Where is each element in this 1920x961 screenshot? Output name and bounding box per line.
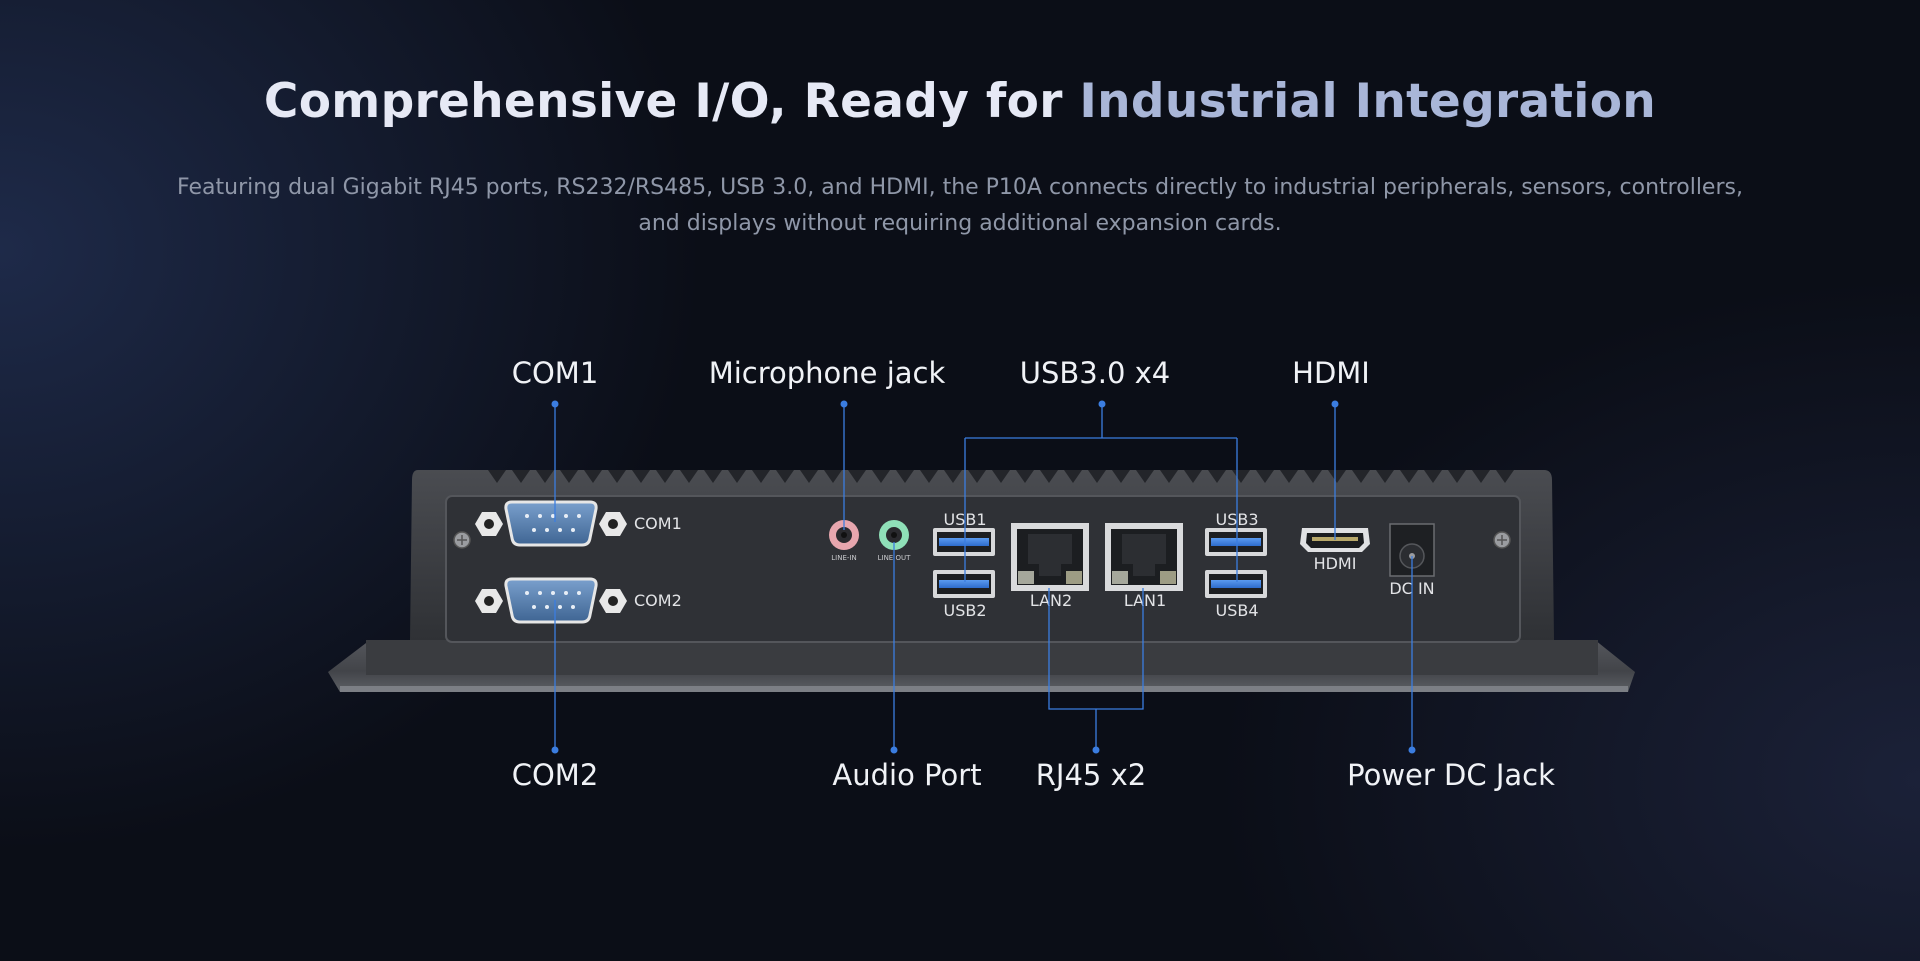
device-base — [328, 640, 1635, 692]
usb3-port-icon — [1205, 528, 1267, 556]
panel-label-usb2: USB2 — [943, 601, 986, 620]
lan1-rj45-port-icon — [1105, 523, 1183, 591]
usb2-port-icon — [933, 570, 995, 598]
panel-label-usb4: USB4 — [1215, 601, 1258, 620]
panel-label-com2: COM2 — [634, 591, 682, 610]
panel-label-com1: COM1 — [634, 514, 682, 533]
screw-icon — [453, 531, 471, 549]
device-io-panel-illustration: COM1 COM2 LINE-IN LINE OUT USB1 USB2 LAN… — [328, 400, 1635, 754]
lan2-rj45-port-icon — [1011, 523, 1089, 591]
usb4-port-icon — [1205, 570, 1267, 598]
screw-icon — [1493, 531, 1511, 549]
panel-label-hdmi: HDMI — [1314, 554, 1357, 573]
usb1-port-icon — [933, 528, 995, 556]
panel-label-line-in: LINE-IN — [831, 554, 856, 562]
panel-label-lan2: LAN2 — [1030, 591, 1072, 610]
panel-label-lan1: LAN1 — [1124, 591, 1166, 610]
